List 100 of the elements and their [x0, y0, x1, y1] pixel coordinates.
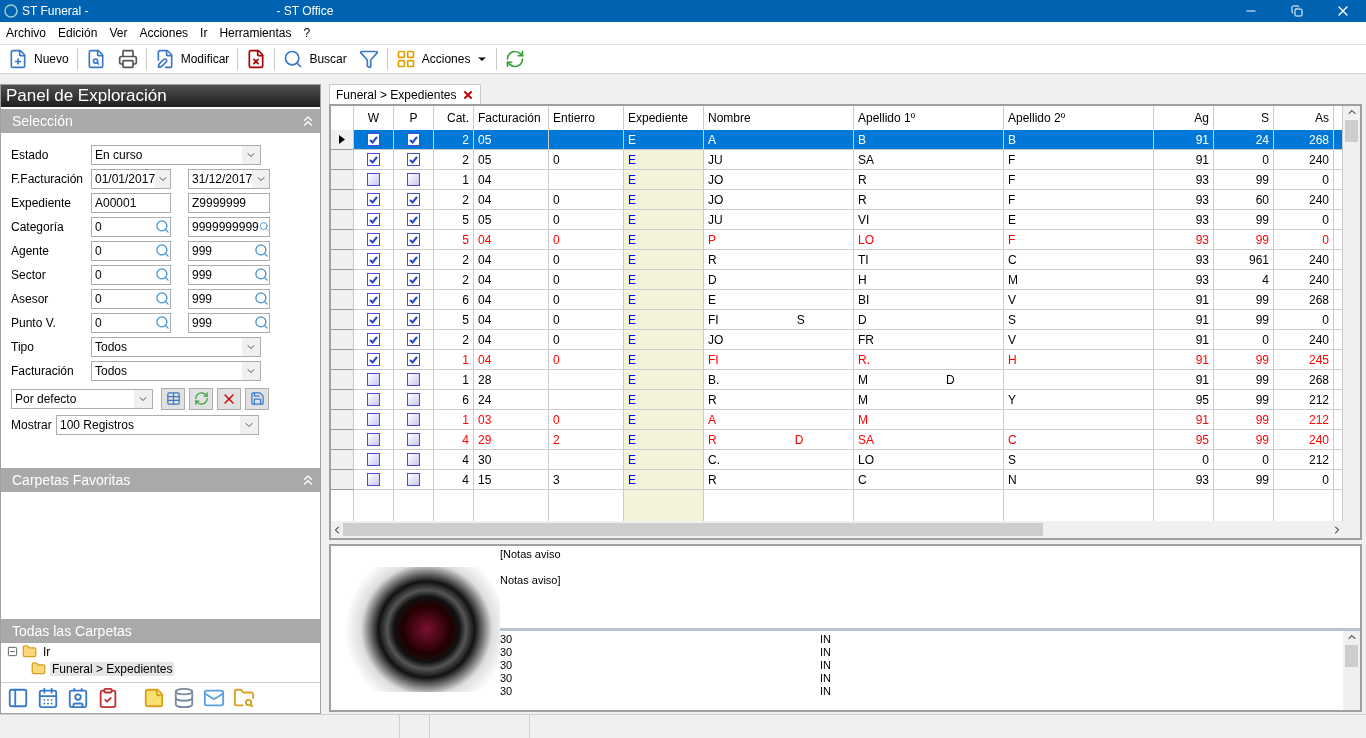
checkbox[interactable] [367, 313, 380, 326]
folder-search-icon[interactable] [233, 687, 255, 709]
menu-item[interactable]: ? [303, 26, 311, 40]
calendar-icon[interactable] [37, 687, 59, 709]
checkbox[interactable] [367, 353, 380, 366]
delete-button[interactable] [217, 387, 241, 410]
select-field[interactable]: Todos [91, 360, 261, 381]
toolbar-button[interactable]: Nuevo [4, 46, 73, 72]
checkbox[interactable] [367, 453, 380, 466]
checkbox[interactable] [367, 333, 380, 346]
checkbox[interactable] [407, 333, 420, 346]
lookup-field[interactable]: 0 [91, 216, 171, 237]
checkbox[interactable] [367, 153, 380, 166]
checkbox[interactable] [407, 433, 420, 446]
clipboard-check-icon[interactable] [97, 687, 119, 709]
contact-card-icon[interactable] [67, 687, 89, 709]
lookup-field[interactable]: 0 [91, 312, 171, 333]
checkbox[interactable] [367, 273, 380, 286]
menu-item[interactable]: Archivo [6, 26, 46, 40]
table-cell: 93 [1154, 230, 1214, 250]
refresh-button[interactable] [189, 387, 213, 410]
search-icon[interactable] [254, 315, 269, 331]
checkbox[interactable] [407, 173, 420, 186]
lookup-field[interactable]: 0 [91, 240, 171, 261]
search-icon[interactable] [254, 243, 269, 259]
input-field[interactable]: A00001 [91, 192, 171, 213]
search-icon[interactable] [155, 219, 170, 235]
note-icon[interactable] [143, 687, 165, 709]
checkbox[interactable] [367, 373, 380, 386]
tab[interactable]: Funeral > Expedientes [329, 84, 482, 104]
scroll-thumb[interactable] [343, 523, 1043, 536]
search-icon[interactable] [155, 315, 170, 331]
lookup-field[interactable]: 999 [188, 288, 270, 309]
toolbar-button[interactable]: Acciones [391, 46, 493, 72]
checkbox[interactable] [367, 213, 380, 226]
input-field[interactable]: Z9999999 [188, 192, 270, 213]
table-button[interactable] [161, 387, 185, 410]
checkbox[interactable] [407, 293, 420, 306]
search-icon[interactable] [155, 267, 170, 283]
checkbox[interactable] [407, 373, 420, 386]
mail-icon[interactable] [203, 687, 225, 709]
search-icon[interactable] [254, 291, 269, 307]
lookup-field[interactable]: 0 [91, 288, 171, 309]
search-icon[interactable] [254, 267, 269, 283]
checkbox[interactable] [367, 473, 380, 486]
checkbox[interactable] [367, 253, 380, 266]
search-icon[interactable] [155, 291, 170, 307]
select-field[interactable]: En curso [91, 144, 261, 165]
menu-item[interactable]: Herramientas [219, 26, 292, 40]
checkbox[interactable] [407, 233, 420, 246]
horizontal-scrollbar[interactable] [331, 521, 1360, 538]
checkbox[interactable] [367, 173, 380, 186]
checkbox[interactable] [407, 453, 420, 466]
checkbox[interactable] [367, 413, 380, 426]
checkbox[interactable] [407, 193, 420, 206]
checkbox[interactable] [367, 433, 380, 446]
checkbox[interactable] [407, 133, 420, 146]
date-field[interactable]: 31/12/2017 [188, 168, 270, 189]
lookup-field[interactable]: 999 [188, 264, 270, 285]
scroll-thumb[interactable] [1345, 645, 1358, 667]
checkbox[interactable] [367, 133, 380, 146]
checkbox[interactable] [407, 353, 420, 366]
save-button[interactable] [245, 387, 269, 410]
select-field[interactable]: 100 Registros [56, 414, 259, 435]
search-icon[interactable] [155, 243, 170, 259]
checkbox[interactable] [367, 233, 380, 246]
lookup-field[interactable]: 9999999999 [188, 216, 270, 237]
lookup-field[interactable]: 0 [91, 264, 171, 285]
close-icon[interactable] [462, 88, 475, 101]
toolbar-button[interactable]: Modificar [150, 46, 234, 72]
date-field[interactable]: 01/01/2017 [91, 168, 171, 189]
vertical-scrollbar[interactable] [1343, 106, 1360, 521]
menu-item[interactable]: Edición [58, 26, 98, 40]
checkbox[interactable] [407, 253, 420, 266]
menu-item[interactable]: Acciones [139, 26, 189, 40]
panel-icon[interactable] [7, 687, 29, 709]
select-field[interactable]: Todos [91, 336, 261, 357]
tree-item[interactable]: Funeral > Expedientes [50, 661, 175, 676]
collapse-icon[interactable] [7, 646, 18, 658]
checkbox[interactable] [407, 153, 420, 166]
select-field[interactable]: Por defecto [11, 388, 153, 409]
database-icon[interactable] [173, 687, 195, 709]
checkbox[interactable] [407, 213, 420, 226]
checkbox[interactable] [407, 273, 420, 286]
row-header[interactable] [331, 130, 354, 150]
vertical-scrollbar[interactable] [1343, 631, 1360, 710]
toolbar-button[interactable]: Buscar [279, 46, 351, 72]
checkbox[interactable] [367, 293, 380, 306]
scroll-thumb[interactable] [1345, 120, 1358, 142]
tree-item[interactable]: Ir [41, 644, 53, 659]
checkbox[interactable] [367, 193, 380, 206]
menu-item[interactable]: Ver [109, 26, 128, 40]
lookup-field[interactable]: 999 [188, 240, 270, 261]
checkbox[interactable] [407, 473, 420, 486]
checkbox[interactable] [407, 413, 420, 426]
checkbox[interactable] [407, 393, 420, 406]
lookup-field[interactable]: 999 [188, 312, 270, 333]
checkbox[interactable] [367, 393, 380, 406]
checkbox[interactable] [407, 313, 420, 326]
menu-item[interactable]: Ir [200, 26, 208, 40]
